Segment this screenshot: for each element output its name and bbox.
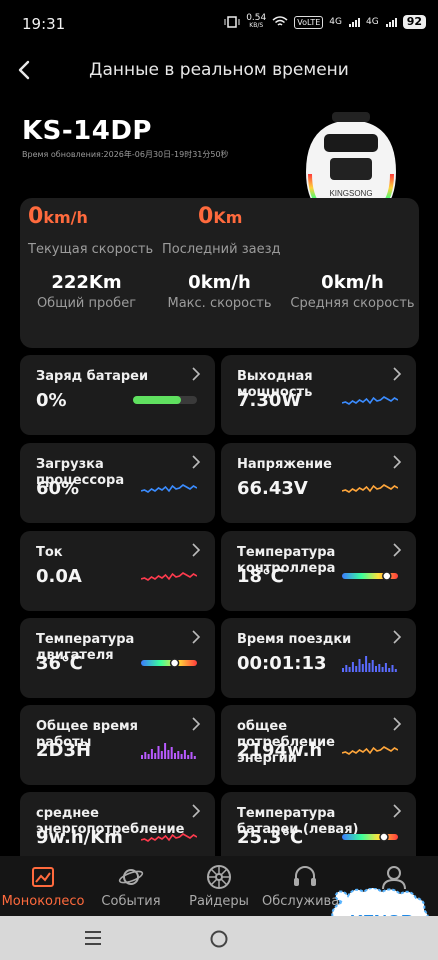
- temperature-gradient-bar: [141, 658, 197, 668]
- signal-bars-icon: [348, 17, 360, 27]
- page-title: Данные в реальном времени: [89, 60, 349, 80]
- signal-2: 4G: [365, 17, 379, 27]
- battery-level-bar: [133, 396, 197, 404]
- metric-value: 18℃: [237, 566, 284, 587]
- metric-card[interactable]: Выходная мощность 7.30W: [221, 355, 416, 435]
- chevron-right-icon: [192, 367, 201, 381]
- activity-bars: [342, 656, 397, 672]
- signal-1: 4G: [329, 17, 342, 27]
- wheel-icon: [207, 865, 231, 889]
- metric-value: 00:01:13: [237, 653, 327, 674]
- menu-icon[interactable]: [84, 930, 102, 946]
- total-mileage-value: 222Km: [51, 272, 122, 293]
- update-time: Время обновления:2026年-06月30日-19时31分50秒: [22, 150, 229, 159]
- current-speed: 0km/h: [28, 204, 88, 229]
- metric-value: 36℃: [36, 653, 83, 674]
- chevron-right-icon: [393, 804, 402, 818]
- total-mileage-label: Общий пробег: [36, 296, 137, 311]
- metric-card[interactable]: Общее время работы 2D3H: [20, 705, 215, 785]
- metric-label: Напряжение: [237, 457, 332, 472]
- current-speed-label: Текущая скорость: [28, 242, 154, 257]
- chevron-right-icon: [393, 717, 402, 731]
- chevron-right-icon: [393, 455, 402, 469]
- trend-wave: [141, 572, 197, 581]
- home-icon[interactable]: [209, 929, 229, 949]
- metric-value: 9w.h/Km: [36, 827, 123, 848]
- last-ride: 0Km: [198, 204, 242, 229]
- device-model: KS-14DP: [22, 116, 152, 146]
- nav-label: События: [101, 894, 161, 909]
- metric-card[interactable]: Загрузка процессора 60%: [20, 443, 215, 523]
- net-speed: 0.54 KB/S: [246, 13, 267, 30]
- metric-value: 25.3℃: [237, 827, 304, 848]
- trend-wave: [342, 396, 398, 405]
- metric-card[interactable]: Заряд батареи 0%: [20, 355, 215, 435]
- metric-card[interactable]: Температура двигателя 36℃: [20, 618, 215, 698]
- metric-label: Время поездки: [237, 632, 352, 647]
- vibrate-icon: [224, 16, 240, 28]
- chevron-right-icon: [393, 367, 402, 381]
- metric-value: 2D3H: [36, 740, 92, 761]
- nav-label: Моноколесо: [1, 894, 85, 909]
- trend-wave: [342, 484, 398, 493]
- activity-bars: [141, 743, 196, 759]
- volte-badge: VoLTE: [294, 15, 324, 29]
- nav-riders[interactable]: Райдеры: [176, 856, 262, 916]
- trend-wave: [141, 484, 197, 493]
- metric-value: 66.43V: [237, 478, 308, 499]
- max-speed-label: Макс. скорость: [167, 296, 272, 311]
- metric-value: 2194w.h: [237, 740, 323, 761]
- headset-icon: [294, 866, 316, 886]
- nav-label: Райдеры: [189, 894, 249, 909]
- chevron-right-icon: [192, 543, 201, 557]
- planet-icon: [118, 869, 144, 885]
- last-ride-value: 0: [198, 204, 214, 229]
- status-icons: 0.54 KB/S VoLTE 4G 4G 92: [224, 14, 426, 30]
- current-speed-unit: km/h: [43, 208, 88, 227]
- max-speed-value: 0km/h: [188, 272, 251, 293]
- status-time: 19:31: [22, 15, 66, 33]
- nav-events[interactable]: События: [88, 856, 174, 916]
- nav-monowheel[interactable]: Моноколесо: [0, 856, 86, 916]
- metric-card[interactable]: Время поездки 00:01:13: [221, 618, 416, 698]
- trend-wave: [342, 746, 398, 755]
- trend-wave: [141, 833, 197, 842]
- metric-card[interactable]: Напряжение 66.43V: [221, 443, 416, 523]
- battery-indicator: 92: [402, 15, 426, 29]
- metric-card[interactable]: Ток 0.0A: [20, 531, 215, 611]
- metric-value: 7.30W: [237, 390, 302, 411]
- chevron-right-icon: [192, 717, 201, 731]
- avg-speed-label: Средняя скорость: [290, 296, 415, 311]
- metric-card[interactable]: общее потребление энергии 2194w.h: [221, 705, 416, 785]
- system-nav-bar: [0, 916, 438, 960]
- chevron-right-icon: [393, 630, 402, 644]
- chevron-right-icon: [192, 630, 201, 644]
- metric-label: Заряд батареи: [36, 369, 149, 384]
- metric-value: 60%: [36, 478, 80, 499]
- signal-bars-icon: [385, 17, 397, 27]
- chevron-right-icon: [192, 804, 201, 818]
- metric-value: 0%: [36, 390, 67, 411]
- monocycle-icon: [32, 867, 54, 887]
- metric-label: Ток: [36, 545, 63, 560]
- person-icon: [382, 866, 406, 890]
- wheel-brand-text: KINGSONG: [329, 189, 372, 198]
- status-bar: 19:31 0.54 KB/S VoLTE 4G 4G 92: [0, 0, 438, 48]
- chevron-right-icon: [192, 455, 201, 469]
- chevron-right-icon: [393, 543, 402, 557]
- wifi-icon: [272, 16, 288, 26]
- current-speed-value: 0: [28, 204, 44, 229]
- last-ride-unit: Km: [213, 208, 243, 227]
- temperature-gradient-bar: [342, 571, 398, 581]
- avg-speed-value: 0km/h: [321, 272, 384, 293]
- temperature-gradient-bar: [342, 832, 398, 842]
- metric-value: 0.0A: [36, 566, 82, 587]
- last-ride-label: Последний заезд: [162, 242, 281, 257]
- metric-card[interactable]: Температура контроллера 18℃: [221, 531, 416, 611]
